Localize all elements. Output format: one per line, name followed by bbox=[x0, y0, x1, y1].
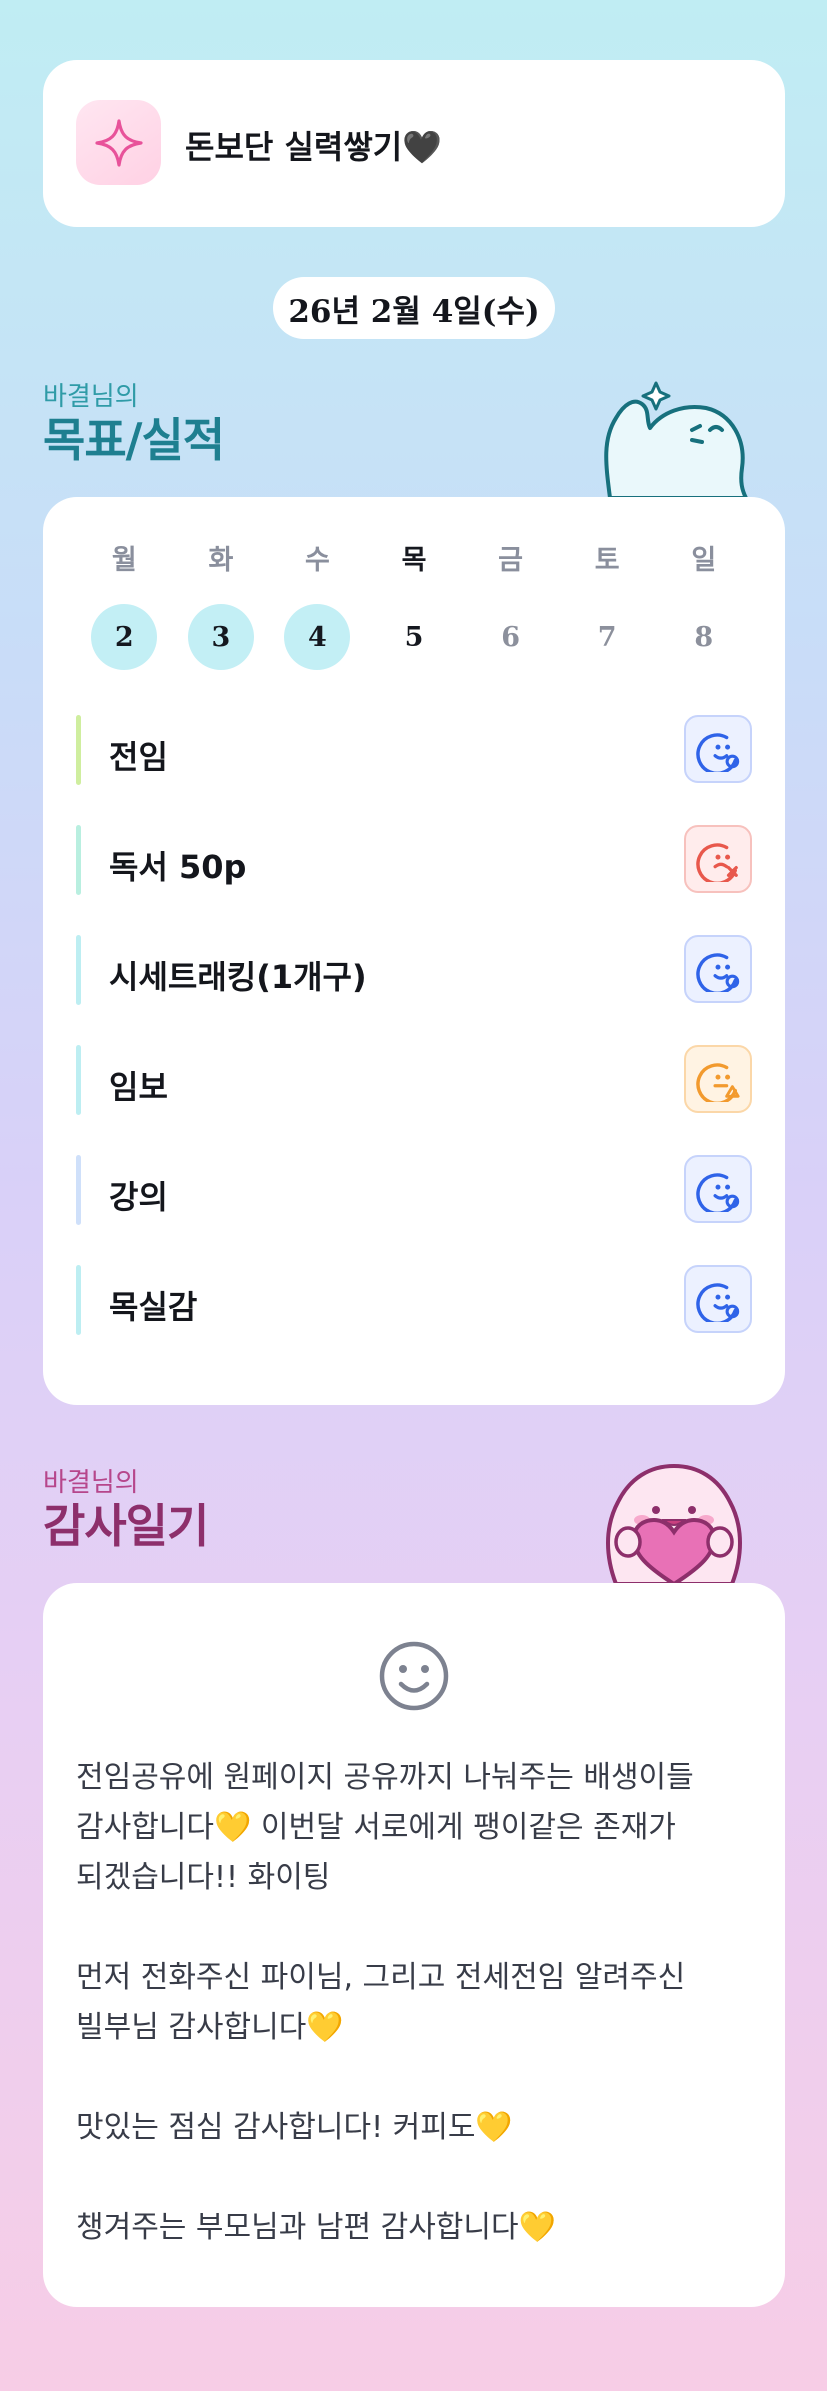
day-name: 일 bbox=[691, 545, 717, 576]
day-column[interactable]: 수4 bbox=[269, 541, 366, 670]
day-column[interactable]: 토7 bbox=[559, 541, 656, 670]
status-failed-icon[interactable] bbox=[684, 825, 752, 893]
day-name: 수 bbox=[305, 545, 330, 576]
status-done-icon[interactable] bbox=[684, 715, 752, 783]
goal-row[interactable]: 독서 50p bbox=[76, 825, 752, 895]
day-number: 6 bbox=[501, 621, 520, 653]
goals-card: 월2화3수4목5금6토7일8 전임 독서 50p 시세트래킹(1개구) 임보 강 bbox=[43, 497, 785, 1405]
mascot-teal-icon bbox=[604, 381, 748, 498]
smile-icon bbox=[379, 1641, 449, 1711]
day-column[interactable]: 금6 bbox=[462, 541, 559, 670]
goal-row[interactable]: 강의 bbox=[76, 1155, 752, 1225]
goal-row[interactable]: 시세트래킹(1개구) bbox=[76, 935, 752, 1005]
goal-color-bar bbox=[76, 1045, 81, 1115]
day-column[interactable]: 일8 bbox=[655, 541, 752, 670]
gratitude-section-title: 감사일기 bbox=[43, 1499, 209, 1553]
goals-section-title: 목표/실적 bbox=[43, 413, 225, 467]
goal-name: 임보 bbox=[109, 1068, 168, 1106]
day-number: 2 bbox=[91, 604, 158, 670]
goal-color-bar bbox=[76, 935, 81, 1005]
day-column[interactable]: 월2 bbox=[76, 541, 173, 670]
day-name: 화 bbox=[208, 545, 234, 576]
day-number: 4 bbox=[284, 604, 351, 670]
week-strip: 월2화3수4목5금6토7일8 bbox=[76, 541, 752, 670]
goal-color-bar bbox=[76, 1155, 81, 1225]
day-number: 8 bbox=[694, 621, 714, 653]
day-number: 7 bbox=[597, 621, 617, 653]
gratitude-text: 전임공유에 원페이지 공유까지 나눠주는 배생이들 감사합니다💛 이번달 서로에… bbox=[76, 1760, 694, 2245]
goal-name: 전임 bbox=[109, 738, 168, 776]
status-done-icon[interactable] bbox=[684, 935, 752, 1003]
day-name: 목 bbox=[401, 545, 427, 576]
gratitude-card: 전임공유에 원페이지 공유까지 나눠주는 배생이들 감사합니다💛 이번달 서로에… bbox=[43, 1583, 785, 2307]
mascot-heart-icon bbox=[606, 1463, 742, 1584]
day-name: 토 bbox=[594, 545, 620, 576]
goal-name: 목실감 bbox=[109, 1288, 198, 1326]
goal-name: 강의 bbox=[109, 1178, 168, 1216]
date-pill: 26년 2월 4일(수) bbox=[273, 277, 555, 339]
day-name: 월 bbox=[111, 545, 137, 576]
day-number: 3 bbox=[187, 604, 254, 670]
status-partial-icon[interactable] bbox=[684, 1045, 752, 1113]
status-done-icon[interactable] bbox=[684, 1265, 752, 1333]
goal-color-bar bbox=[76, 1265, 81, 1335]
status-done-icon[interactable] bbox=[684, 1155, 752, 1223]
sparkle-icon bbox=[76, 100, 161, 185]
group-title: 돈보단 실력쌓기🖤 bbox=[185, 128, 443, 166]
goal-row[interactable]: 목실감 bbox=[76, 1265, 752, 1335]
day-column[interactable]: 목5 bbox=[366, 541, 463, 670]
day-number: 5 bbox=[404, 621, 424, 653]
goal-color-bar bbox=[76, 825, 81, 895]
goal-color-bar bbox=[76, 715, 81, 785]
goal-row[interactable]: 전임 bbox=[76, 715, 752, 785]
goal-name: 시세트래킹(1개구) bbox=[109, 958, 367, 996]
goal-row[interactable]: 임보 bbox=[76, 1045, 752, 1115]
group-header-card: 돈보단 실력쌓기🖤 bbox=[43, 60, 785, 227]
day-name: 금 bbox=[498, 545, 524, 576]
goal-name: 독서 50p bbox=[109, 848, 247, 886]
day-column[interactable]: 화3 bbox=[173, 541, 270, 670]
